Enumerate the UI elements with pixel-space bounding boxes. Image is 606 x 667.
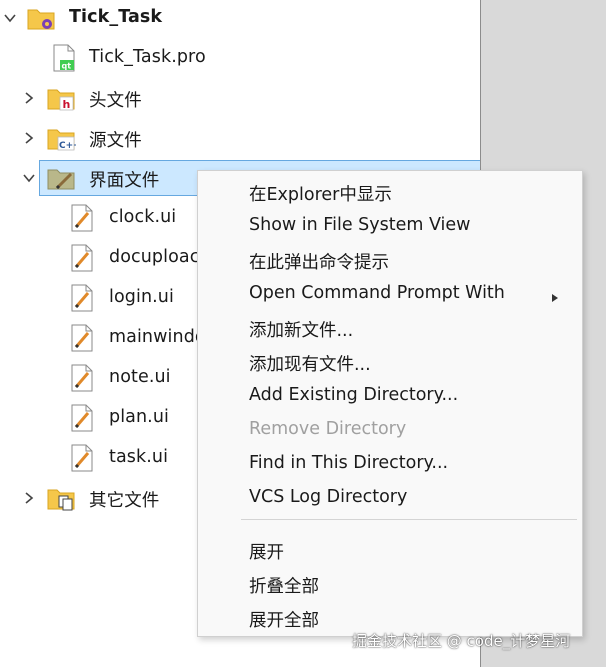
chevron-down-icon[interactable] bbox=[3, 11, 17, 25]
menu-item-open-command-prompt-with[interactable]: Open Command Prompt With bbox=[198, 277, 582, 311]
menu-item-label: 在此弹出命令提示 bbox=[249, 253, 389, 273]
header-folder-icon: h bbox=[46, 83, 76, 113]
menu-item-label: VCS Log Directory bbox=[249, 487, 408, 507]
menu-item-find-in-directory[interactable]: Find in This Directory... bbox=[198, 447, 582, 481]
menu-item-add-new-file[interactable]: 添加新文件... bbox=[198, 311, 582, 345]
tree-item-project-root[interactable]: Tick_Task bbox=[0, 0, 480, 36]
menu-item-label: Show in File System View bbox=[249, 215, 471, 235]
menu-item-add-existing-files[interactable]: 添加现有文件... bbox=[198, 345, 582, 379]
tree-item-label: clock.ui bbox=[109, 207, 177, 227]
project-folder-icon bbox=[26, 3, 56, 33]
project-name-label: Tick_Task bbox=[69, 7, 163, 27]
forms-folder-icon bbox=[46, 163, 76, 193]
submenu-arrow-icon bbox=[551, 288, 559, 302]
menu-item-label: 展开 bbox=[249, 543, 284, 563]
ui-file-icon bbox=[67, 203, 97, 233]
chevron-right-icon[interactable] bbox=[22, 91, 36, 105]
tree-item-label: 其它文件 bbox=[89, 491, 160, 511]
svg-text:h: h bbox=[63, 98, 71, 111]
source-folder-icon: C++ bbox=[46, 123, 76, 153]
menu-item-vcs-log-directory[interactable]: VCS Log Directory bbox=[198, 481, 582, 515]
tree-item-label: login.ui bbox=[109, 287, 174, 307]
menu-item-show-in-explorer[interactable]: 在Explorer中显示 bbox=[198, 175, 582, 209]
tree-item-pro-file[interactable]: qt Tick_Task.pro bbox=[0, 40, 480, 76]
menu-item-collapse-all[interactable]: 折叠全部 bbox=[198, 567, 582, 601]
tree-item-label: docuploac bbox=[109, 247, 200, 267]
chevron-right-icon[interactable] bbox=[22, 131, 36, 145]
chevron-down-icon[interactable] bbox=[22, 171, 36, 185]
tree-item-label: mainwindo bbox=[109, 327, 206, 347]
qt-project-file-icon: qt bbox=[49, 43, 79, 73]
menu-item-label: 折叠全部 bbox=[249, 577, 319, 597]
tree-item-label: plan.ui bbox=[109, 407, 170, 427]
menu-separator bbox=[241, 519, 577, 520]
tree-item-label: 源文件 bbox=[89, 131, 142, 151]
menu-item-add-existing-directory[interactable]: Add Existing Directory... bbox=[198, 379, 582, 413]
context-menu: 在Explorer中显示 Show in File System View 在此… bbox=[197, 170, 583, 637]
menu-item-remove-directory: Remove Directory bbox=[198, 413, 582, 447]
menu-item-label: 展开全部 bbox=[249, 611, 319, 631]
ui-file-icon bbox=[67, 323, 97, 353]
watermark: 掘金技术社区 @ code_计梦星河 bbox=[352, 632, 571, 650]
ui-file-icon bbox=[67, 283, 97, 313]
menu-item-expand[interactable]: 展开 bbox=[198, 533, 582, 567]
tree-item-headers-folder[interactable]: h 头文件 bbox=[0, 80, 480, 116]
other-folder-icon bbox=[46, 483, 76, 513]
ui-file-icon bbox=[67, 363, 97, 393]
menu-item-show-in-file-system-view[interactable]: Show in File System View bbox=[198, 209, 582, 243]
ui-file-icon bbox=[67, 403, 97, 433]
chevron-right-icon[interactable] bbox=[22, 491, 36, 505]
svg-text:qt: qt bbox=[62, 62, 72, 71]
menu-item-label: Remove Directory bbox=[249, 419, 407, 439]
tree-item-label: 头文件 bbox=[89, 91, 142, 111]
menu-item-label: Add Existing Directory... bbox=[249, 385, 459, 405]
menu-item-label: Find in This Directory... bbox=[249, 453, 449, 473]
menu-item-label: 在Explorer中显示 bbox=[249, 185, 392, 205]
menu-item-label: 添加现有文件... bbox=[249, 355, 371, 375]
ui-file-icon bbox=[67, 243, 97, 273]
tree-item-label: note.ui bbox=[109, 367, 171, 387]
tree-item-sources-folder[interactable]: C++ 源文件 bbox=[0, 120, 480, 156]
menu-item-label: Open Command Prompt With bbox=[249, 283, 505, 303]
ui-file-icon bbox=[67, 443, 97, 473]
tree-item-label: 界面文件 bbox=[89, 171, 160, 191]
tree-item-label: task.ui bbox=[109, 447, 169, 467]
tree-item-label: Tick_Task.pro bbox=[89, 47, 206, 67]
menu-item-open-command-prompt-here[interactable]: 在此弹出命令提示 bbox=[198, 243, 582, 277]
svg-text:C++: C++ bbox=[59, 141, 76, 151]
menu-item-label: 添加新文件... bbox=[249, 321, 354, 341]
